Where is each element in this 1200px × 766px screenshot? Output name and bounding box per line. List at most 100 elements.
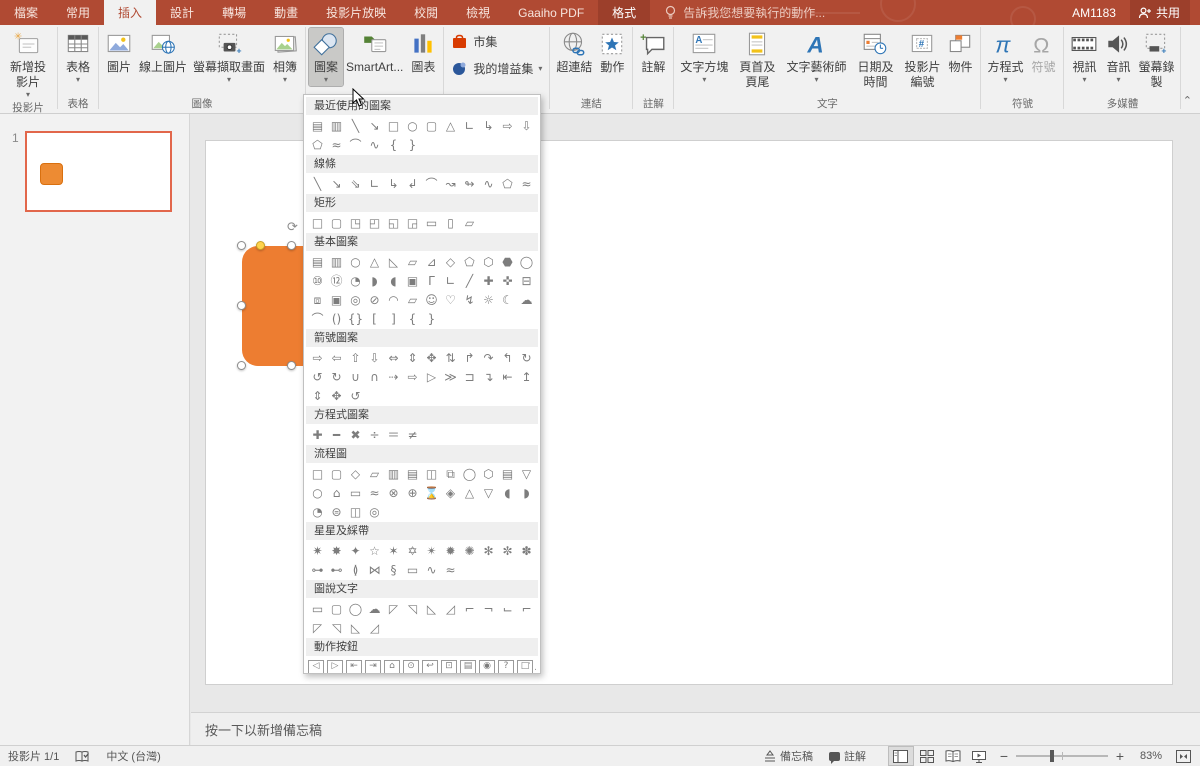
shape-item[interactable]: ⌛	[422, 484, 441, 502]
shape-item[interactable]: ▷	[327, 660, 343, 674]
shape-item[interactable]: ▥	[384, 465, 403, 483]
shape-item[interactable]: ☾	[498, 291, 517, 309]
share-button[interactable]: 共用	[1130, 0, 1190, 25]
shape-item[interactable]: ⇤	[346, 660, 362, 674]
shape-item[interactable]: [	[365, 310, 384, 328]
slide-sorter-view-button[interactable]	[914, 746, 940, 766]
equation-button[interactable]: π 方程式	[984, 28, 1026, 86]
shape-item[interactable]: ◺	[422, 600, 441, 618]
new-slide-button[interactable]: ✳ 新增投影片	[2, 28, 54, 101]
shape-item[interactable]: ○	[346, 253, 365, 271]
shape-item[interactable]: ∩	[365, 368, 384, 386]
shape-item[interactable]: ◯	[517, 253, 536, 271]
my-addins-button[interactable]: 我的增益集 ▾	[451, 60, 542, 77]
language-button[interactable]: 中文 (台灣)	[98, 746, 168, 766]
shape-item[interactable]: ✷	[308, 542, 327, 560]
shape-item[interactable]: ▢	[327, 465, 346, 483]
shape-item[interactable]: ↯	[460, 291, 479, 309]
shape-item[interactable]: ↴	[479, 368, 498, 386]
shape-item[interactable]: ⌒	[346, 136, 365, 154]
shape-item[interactable]: ◗	[365, 272, 384, 290]
shape-item[interactable]: ◸	[308, 619, 327, 637]
header-footer-button[interactable]: 頁首及頁尾	[731, 28, 783, 92]
shape-item[interactable]: ▤	[308, 253, 327, 271]
shape-item[interactable]: ◸	[384, 600, 403, 618]
adjust-handle[interactable]	[256, 241, 265, 250]
shape-item[interactable]: ◫	[422, 465, 441, 483]
shape-item[interactable]: ⇨	[308, 349, 327, 367]
shape-item[interactable]: ☺	[422, 291, 441, 309]
shape-item[interactable]: ▷	[422, 368, 441, 386]
shape-item[interactable]: ▢	[327, 214, 346, 232]
normal-view-button[interactable]	[888, 746, 914, 766]
shape-item[interactable]: ◺	[346, 619, 365, 637]
shape-item[interactable]: ☁	[517, 291, 536, 309]
reading-view-button[interactable]	[940, 746, 966, 766]
shape-item[interactable]: ↘	[365, 117, 384, 135]
object-button[interactable]: 物件	[943, 28, 977, 77]
shape-item[interactable]: ↰	[498, 349, 517, 367]
fit-to-window-button[interactable]	[1170, 746, 1196, 766]
shape-item[interactable]: {	[384, 136, 403, 154]
shape-item[interactable]: ＝	[384, 426, 403, 444]
collapse-ribbon-button[interactable]: ⌃	[1183, 94, 1192, 107]
shape-item[interactable]: ]	[384, 310, 403, 328]
slide-indicator[interactable]: 投影片 1/1	[0, 746, 67, 766]
wordart-button[interactable]: A 文字藝術師	[783, 28, 849, 86]
shape-item[interactable]: ≈	[517, 175, 536, 193]
notes-toggle[interactable]: 備忘稿	[756, 746, 821, 766]
shape-item[interactable]: ✼	[498, 542, 517, 560]
tab-animations[interactable]: 動畫	[260, 0, 312, 25]
shape-item[interactable]: ⇥	[365, 660, 381, 674]
textbox-button[interactable]: A 文字方塊	[677, 28, 731, 86]
shape-item[interactable]: ♡	[441, 291, 460, 309]
shape-item[interactable]: □	[384, 117, 403, 135]
shape-item[interactable]: ✜	[498, 272, 517, 290]
shapes-button[interactable]: 圖案	[309, 28, 343, 86]
shape-item[interactable]: ↝	[441, 175, 460, 193]
shape-item[interactable]: ⊕	[403, 484, 422, 502]
shape-item[interactable]: ◔	[346, 272, 365, 290]
shape-item[interactable]: ⋈	[365, 561, 384, 579]
shape-item[interactable]: ⊿	[422, 253, 441, 271]
shape-item[interactable]: ⊡	[441, 660, 457, 674]
tab-transitions[interactable]: 轉場	[208, 0, 260, 25]
shape-item[interactable]: ⇅	[441, 349, 460, 367]
shape-item[interactable]: }	[422, 310, 441, 328]
shape-item[interactable]: {}	[346, 310, 365, 328]
shape-item[interactable]: ◇	[441, 253, 460, 271]
shape-item[interactable]: ⊐	[460, 368, 479, 386]
shape-item[interactable]: ✹	[441, 542, 460, 560]
shape-item[interactable]: ⊷	[327, 561, 346, 579]
shape-item[interactable]: ?	[498, 660, 514, 674]
shape-item[interactable]: ✺	[460, 542, 479, 560]
shape-item[interactable]: ◯	[460, 465, 479, 483]
shape-item[interactable]: ⌙	[498, 600, 517, 618]
shape-item[interactable]: ▢	[327, 600, 346, 618]
resize-handle-top-center[interactable]	[287, 241, 296, 250]
screenshot-button[interactable]: + 螢幕擷取畫面	[190, 28, 268, 86]
shape-item[interactable]: ⬣	[498, 253, 517, 271]
shape-item[interactable]: ↻	[517, 349, 536, 367]
shape-item[interactable]: ✻	[479, 542, 498, 560]
shape-item[interactable]: ↲	[403, 175, 422, 193]
slideshow-view-button[interactable]	[966, 746, 992, 766]
shape-item[interactable]: ⇕	[403, 349, 422, 367]
shape-item[interactable]: □	[308, 214, 327, 232]
shape-item[interactable]: ✥	[422, 349, 441, 367]
shape-item[interactable]: ∿	[422, 561, 441, 579]
shape-item[interactable]: ▯	[441, 214, 460, 232]
audio-button[interactable]: 音訊	[1101, 28, 1135, 86]
shape-item[interactable]: ◿	[365, 619, 384, 637]
menu-resize-grip[interactable]: ⋱	[528, 661, 537, 672]
shape-item[interactable]: §	[384, 561, 403, 579]
account-name[interactable]: AM1183	[1072, 6, 1116, 20]
shape-item[interactable]: ╲	[346, 117, 365, 135]
shape-item[interactable]: ▽	[517, 465, 536, 483]
slide-thumbnail[interactable]	[25, 131, 172, 212]
shape-item[interactable]: ↘	[327, 175, 346, 193]
tab-gaaiho-pdf[interactable]: Gaaiho PDF	[504, 0, 598, 25]
shape-item[interactable]: ⌒	[308, 310, 327, 328]
shape-item[interactable]: ✦	[346, 542, 365, 560]
shape-item[interactable]: ◱	[384, 214, 403, 232]
